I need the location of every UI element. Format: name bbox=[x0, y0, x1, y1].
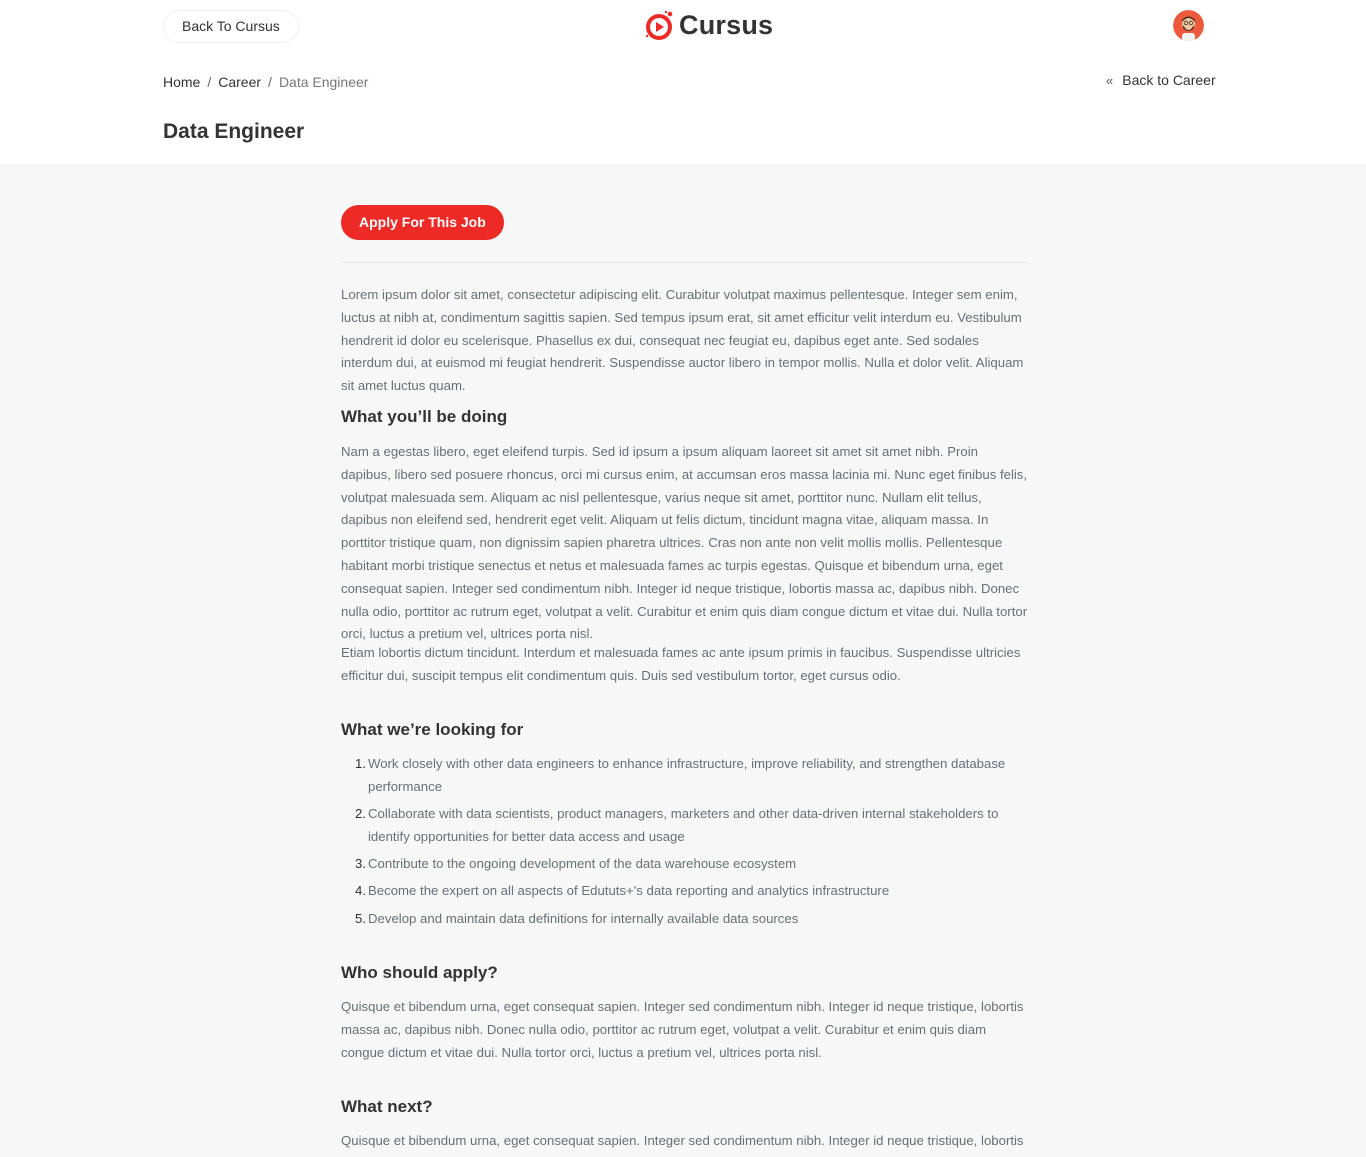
user-avatar[interactable] bbox=[1173, 10, 1204, 41]
section-heading-doing: What you’ll be doing bbox=[341, 407, 508, 426]
breadcrumb-home[interactable]: Home bbox=[163, 74, 200, 90]
divider bbox=[341, 262, 1029, 263]
breadcrumb-separator: / bbox=[268, 74, 272, 90]
section-heading-looking: What we’re looking for bbox=[341, 720, 524, 739]
cursus-logo[interactable]: Cursus bbox=[643, 8, 773, 42]
list-item: 3. Contribute to the ongoing development … bbox=[355, 856, 797, 872]
doing-paragraph-2: Etiam lobortis dictum tincidunt. Interdu… bbox=[341, 645, 1021, 683]
play-logo-icon bbox=[643, 9, 675, 41]
page-title: Data Engineer bbox=[163, 120, 305, 143]
top-navbar: Back To Cursus Cursus bbox=[0, 0, 1366, 53]
next-paragraph: Quisque et bibendum urna, eget consequat… bbox=[341, 1133, 1024, 1157]
who-paragraph: Quisque et bibendum urna, eget consequat… bbox=[341, 999, 1024, 1060]
apply-for-job-button[interactable]: Apply For This Job bbox=[341, 205, 504, 240]
list-item: 4. Become the expert on all aspects of Ed… bbox=[355, 883, 890, 899]
double-chevron-left-icon: « bbox=[1106, 72, 1114, 88]
intro-paragraph: Lorem ipsum dolor sit amet, consectetur … bbox=[341, 287, 1024, 394]
breadcrumb-separator: / bbox=[207, 74, 212, 90]
back-to-career-link[interactable]: « Back to Career bbox=[1106, 72, 1216, 88]
logo-text: Cursus bbox=[679, 9, 774, 40]
list-item: 2. Collaborate with data scientists, prod… bbox=[355, 806, 999, 844]
list-item: 5. Develop and maintain data definitions … bbox=[355, 910, 799, 926]
requirements-list: 1. Work closely with other data engineers… bbox=[341, 753, 1029, 935]
doing-paragraph-1: Nam a egestas libero, eget eleifend turp… bbox=[341, 444, 1028, 642]
page-header bbox=[0, 53, 1366, 164]
breadcrumb-career[interactable]: Career bbox=[218, 74, 261, 90]
section-heading-who: Who should apply? bbox=[341, 963, 498, 982]
breadcrumb: Home / Career / Data Engineer bbox=[163, 74, 368, 90]
breadcrumb-current: Data Engineer bbox=[278, 74, 369, 90]
section-heading-next: What next? bbox=[341, 1097, 433, 1116]
back-to-career-label: Back to Career bbox=[1122, 72, 1216, 88]
list-item: 1. Work closely with other data engineers… bbox=[355, 756, 1006, 794]
back-to-cursus-button[interactable]: Back To Cursus bbox=[163, 10, 299, 43]
